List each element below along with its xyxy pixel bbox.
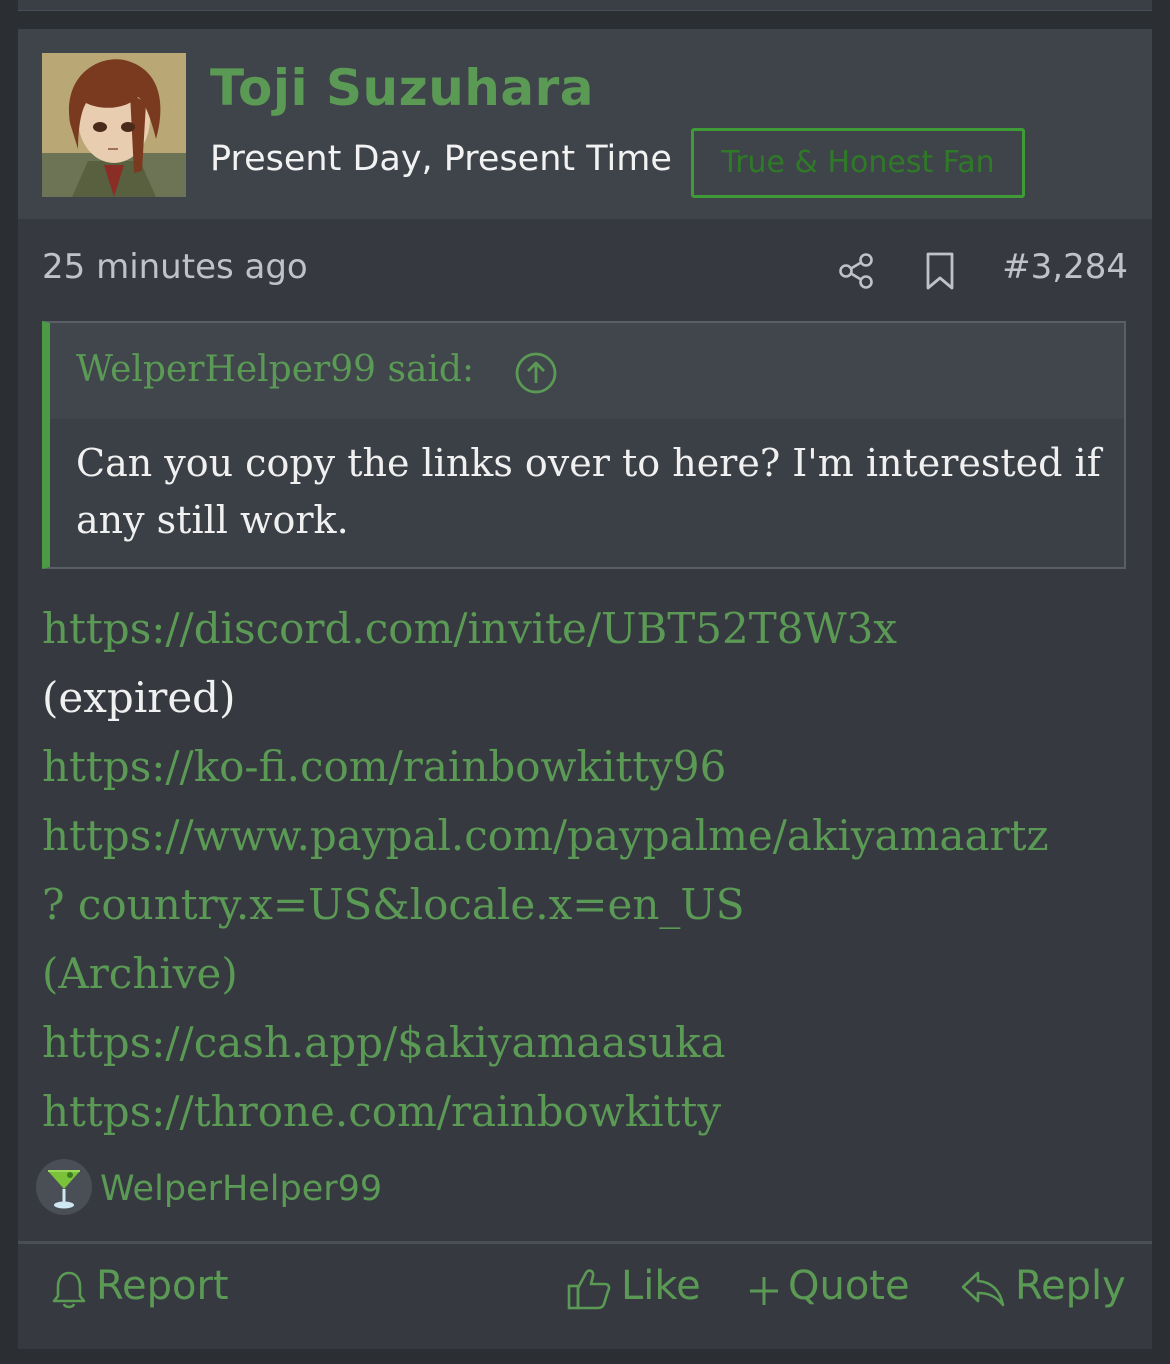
forum-post: Toji Suzuhara Present Day, Present Time … (18, 29, 1152, 1349)
post-body: https://discord.com/invite/UBT52T8W3x (e… (42, 594, 1142, 1146)
post-number[interactable]: #3,284 (1002, 247, 1128, 287)
quote-author[interactable]: WelperHelper99 said: (76, 349, 474, 390)
user-title: Present Day, Present Time (210, 139, 672, 179)
reply-button[interactable]: Reply (960, 1261, 1130, 1317)
footer-divider (18, 1241, 1152, 1244)
avatar-pointer (96, 199, 132, 213)
link-cashapp[interactable]: https://cash.app/$akiyamaasuka (42, 1008, 1142, 1077)
reply-label: Reply (1015, 1263, 1126, 1309)
quote-text: Can you copy the links over to here? I'm… (76, 441, 1101, 542)
post-author[interactable]: Toji Suzuhara (210, 59, 594, 117)
previous-post-edge (18, 0, 1152, 11)
link-paypal[interactable]: https://www.paypal.com/paypalme/akiyamaa… (42, 801, 1142, 870)
bookmark-icon[interactable] (920, 251, 960, 291)
user-badge: True & Honest Fan (691, 128, 1025, 198)
reaction-user[interactable]: WelperHelper99 (100, 1169, 382, 1209)
plus-icon (750, 1277, 778, 1305)
link-paypal-query[interactable]: ? country.x=US&locale.x=en_US (42, 870, 1142, 939)
quote-header: WelperHelper99 said: (50, 323, 1124, 419)
avatar[interactable] (42, 53, 186, 197)
jump-to-quote-icon[interactable] (514, 351, 558, 395)
like-button[interactable]: Like (566, 1261, 716, 1317)
post-timestamp[interactable]: 25 minutes ago (42, 247, 308, 287)
thumbs-up-icon (567, 1269, 611, 1310)
bell-icon (52, 1271, 86, 1309)
link-throne[interactable]: https://throne.com/rainbowkitty (42, 1077, 1142, 1146)
report-button[interactable]: Report (50, 1261, 250, 1317)
link-note-expired: (expired) (42, 673, 236, 722)
link-kofi[interactable]: https://ko-fi.com/rainbowkitty96 (42, 732, 1142, 801)
reply-arrow-icon (961, 1271, 1005, 1307)
quote-block: WelperHelper99 said: Can you copy the li… (42, 321, 1126, 569)
avatar-image (42, 53, 186, 197)
like-label: Like (621, 1263, 701, 1309)
link-archive[interactable]: (Archive) (42, 939, 1142, 1008)
report-label: Report (96, 1263, 229, 1309)
post-header: Toji Suzuhara Present Day, Present Time … (18, 29, 1152, 219)
link-discord[interactable]: https://discord.com/invite/UBT52T8W3x (42, 594, 1142, 663)
share-icon[interactable] (836, 251, 876, 291)
quote-label: Quote (788, 1263, 910, 1309)
quote-button[interactable]: Quote (748, 1261, 918, 1317)
cocktail-glass-icon (36, 1159, 92, 1215)
